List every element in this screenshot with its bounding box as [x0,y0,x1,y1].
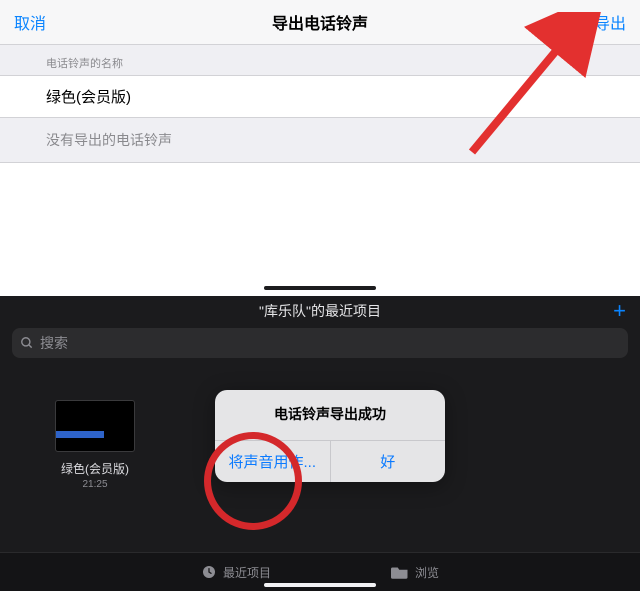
clock-icon [201,564,217,580]
cancel-button[interactable]: 取消 [14,10,46,34]
search-placeholder: 搜索 [40,333,68,353]
tab-browse-label: 浏览 [415,564,439,581]
ringtone-name-value: 绿色(会员版) [46,86,624,107]
search-icon [20,336,34,350]
project-name: 绿色(会员版) [40,460,150,477]
tab-browse[interactable]: 浏览 [391,564,439,581]
project-time: 21:25 [40,479,150,490]
search-input[interactable]: 搜索 [12,328,628,358]
nav-title: 导出电话铃声 [272,10,368,34]
export-button[interactable]: 导出 [594,10,626,34]
ringtone-name-row[interactable]: 绿色(会员版) [0,75,640,118]
alert-title: 电话铃声导出成功 [215,390,445,440]
project-thumbnail [55,400,135,452]
add-button[interactable]: + [613,300,626,322]
recent-header-title: "库乐队"的最近项目 [259,301,381,321]
home-indicator [264,286,376,290]
export-ringtone-screen: 取消 导出电话铃声 导出 电话铃声的名称 绿色(会员版) 没有导出的电话铃声 [0,0,640,296]
ringtone-name-caption: 电话铃声的名称 [0,45,640,75]
no-exported-ringtone-text: 没有导出的电话铃声 [0,118,640,162]
use-sound-as-button[interactable]: 将声音用作... [215,441,330,482]
export-success-alert: 电话铃声导出成功 将声音用作... 好 [215,390,445,482]
folder-icon [391,565,409,579]
home-indicator [264,583,376,587]
recent-header: "库乐队"的最近项目 [0,296,640,326]
tab-recent[interactable]: 最近项目 [201,564,271,581]
nav-bar: 取消 导出电话铃声 导出 [0,0,640,45]
project-item[interactable]: 绿色(会员版) 21:25 [40,400,150,490]
alert-ok-button[interactable]: 好 [330,441,446,482]
tab-recent-label: 最近项目 [223,564,271,581]
